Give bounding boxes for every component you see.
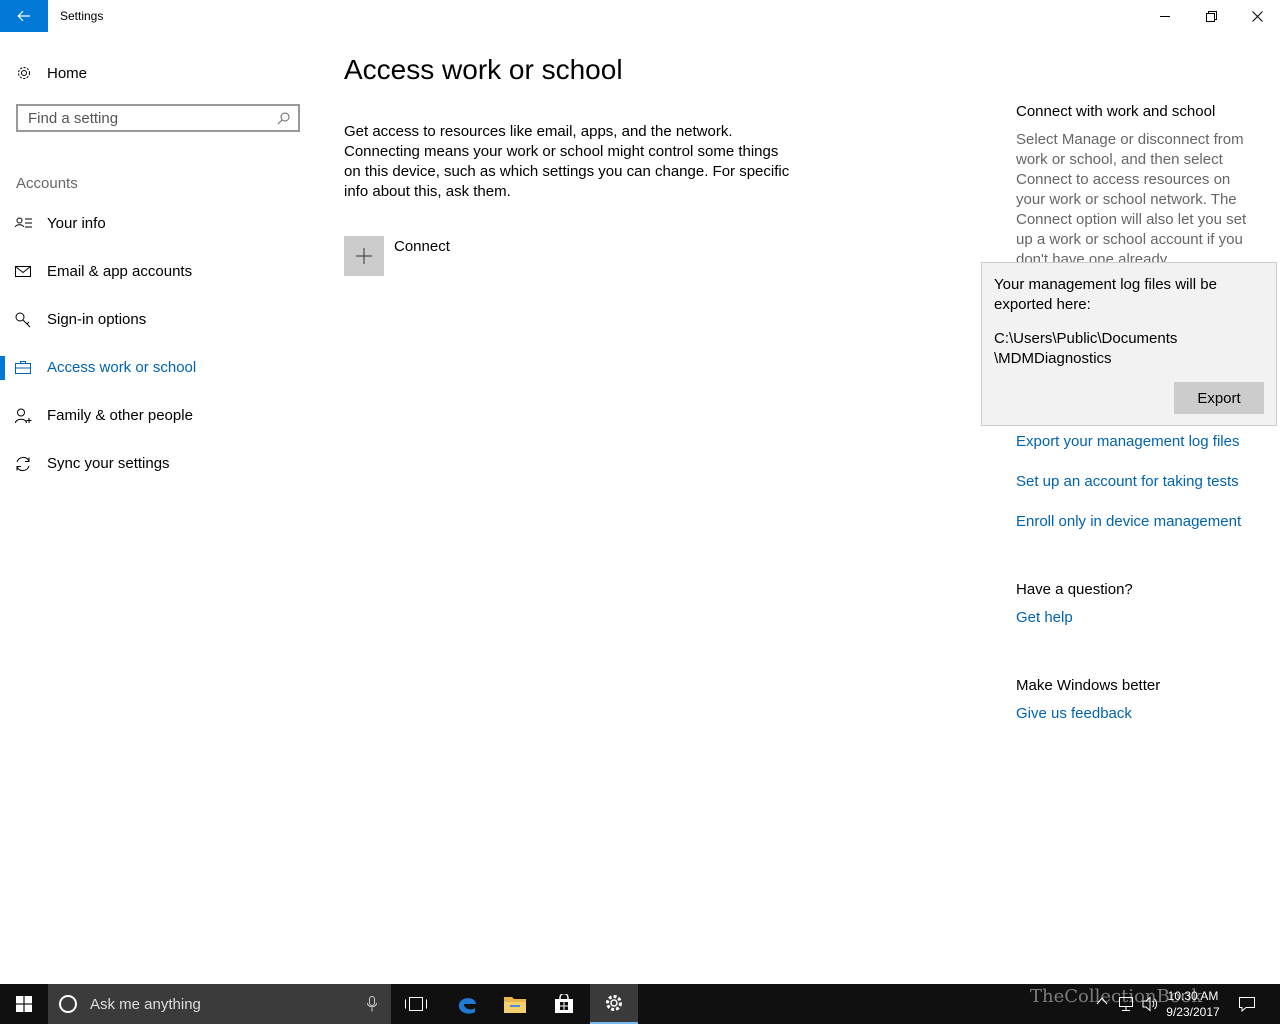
sidebar-item-sync-settings[interactable]: Sync your settings: [0, 444, 320, 484]
plus-icon: [356, 248, 372, 264]
back-arrow-icon: [17, 10, 30, 22]
gear-icon: [18, 67, 30, 79]
connect-with-work-text: Select Manage or disconnect from work or…: [1016, 131, 1247, 264]
person-card-icon: [15, 217, 32, 228]
minimize-icon: [1160, 16, 1170, 17]
network-icon[interactable]: [1118, 996, 1134, 1012]
connect-tile: [344, 236, 384, 276]
minimize-button[interactable]: [1142, 0, 1188, 32]
home-label: Home: [47, 64, 88, 82]
action-center-icon[interactable]: [1238, 996, 1256, 1012]
edge-icon: [458, 998, 476, 1014]
sidebar-item-sign-in-options[interactable]: Sign-in options: [0, 300, 320, 340]
home-nav-item[interactable]: Home: [16, 60, 87, 86]
flyout-path-line-1: C:\Users\Public\Documents: [994, 330, 1178, 347]
flyout-path-line-2: \MDMDiagnostics: [994, 350, 1112, 367]
sidebar-item-label: Family & other people: [47, 407, 193, 424]
task-view-button[interactable]: [392, 984, 440, 1024]
start-button[interactable]: [0, 984, 48, 1024]
gear-icon: [606, 995, 622, 1011]
microphone-icon[interactable]: [367, 996, 377, 1012]
flyout-message: Your management log files will be export…: [994, 276, 1217, 313]
store-bag-icon: [555, 994, 573, 1013]
folder-icon: [504, 997, 526, 1013]
page-description: Get access to resources like email, apps…: [344, 123, 790, 200]
clock-date: 9/23/2017: [1166, 1005, 1220, 1019]
sidebar-item-label: Email & app accounts: [47, 263, 193, 280]
search-icon[interactable]: [277, 112, 290, 125]
edge-button[interactable]: [443, 984, 491, 1024]
taskbar: 10:30 AM 9/23/2017: [0, 984, 1280, 1024]
clock-time: 10:30 AM: [1167, 989, 1219, 1003]
sidebar-item-label: Sync your settings: [47, 455, 170, 472]
make-windows-better-heading: Make Windows better: [1016, 677, 1161, 694]
connect-with-work-heading: Connect with work and school: [1016, 103, 1216, 120]
sidebar-item-label: Access work or school: [47, 359, 197, 376]
restore-icon: [1205, 10, 1217, 22]
file-explorer-button[interactable]: [491, 984, 539, 1024]
sidebar-item-label: Sign-in options: [47, 311, 147, 328]
enroll-device-management-link[interactable]: Enroll only in device management: [1016, 513, 1241, 530]
task-view-icon: [405, 997, 427, 1011]
volume-icon[interactable]: [1142, 996, 1158, 1012]
sidebar-item-label: Your info: [47, 215, 106, 232]
title-bar: Settings: [0, 0, 1280, 32]
connect-label: Connect: [394, 238, 450, 255]
cortana-search-input[interactable]: [88, 994, 352, 1014]
settings-search-box[interactable]: [16, 104, 300, 132]
close-icon: [1251, 10, 1263, 22]
sync-icon: [16, 456, 30, 472]
back-button[interactable]: [0, 0, 48, 32]
export-logs-flyout: Your management log files will be export…: [981, 262, 1277, 426]
page-title: Access work or school: [344, 54, 623, 85]
briefcase-icon: [15, 361, 31, 374]
settings-taskbar-button[interactable]: [590, 984, 638, 1024]
active-indicator: [0, 356, 5, 380]
settings-search-input[interactable]: [18, 106, 268, 130]
window-title: Settings: [60, 9, 104, 23]
windows-logo-icon: [16, 996, 32, 1012]
person-add-icon: [15, 408, 32, 424]
sidebar-item-your-info[interactable]: Your info: [0, 204, 320, 244]
store-button[interactable]: [540, 984, 588, 1024]
setup-test-account-link[interactable]: Set up an account for taking tests: [1016, 473, 1239, 490]
sidebar-item-email-app-accounts[interactable]: Email & app accounts: [0, 252, 320, 292]
mail-icon: [15, 266, 31, 277]
chevron-up-icon[interactable]: [1096, 996, 1108, 1006]
sidebar-item-family-other-people[interactable]: Family & other people: [0, 396, 320, 436]
accounts-section-header: Accounts: [16, 175, 78, 192]
export-button[interactable]: Export: [1174, 382, 1264, 414]
flyout-path: C:\Users\Public\Documents \MDMDiagnostic…: [994, 329, 1264, 369]
export-logs-link[interactable]: Export your management log files: [1016, 433, 1239, 450]
get-help-link[interactable]: Get help: [1016, 609, 1073, 626]
system-clock[interactable]: 10:30 AM 9/23/2017: [1162, 988, 1224, 1020]
sidebar-item-access-work-school[interactable]: Access work or school: [0, 348, 320, 388]
key-icon: [15, 312, 31, 328]
have-question-heading: Have a question?: [1016, 581, 1133, 598]
connect-button[interactable]: Connect: [344, 236, 450, 276]
close-button[interactable]: [1234, 0, 1280, 32]
cortana-search-box[interactable]: [48, 984, 391, 1024]
cortana-circle-icon: [59, 995, 77, 1013]
restore-button[interactable]: [1188, 0, 1234, 32]
give-feedback-link[interactable]: Give us feedback: [1016, 705, 1132, 722]
